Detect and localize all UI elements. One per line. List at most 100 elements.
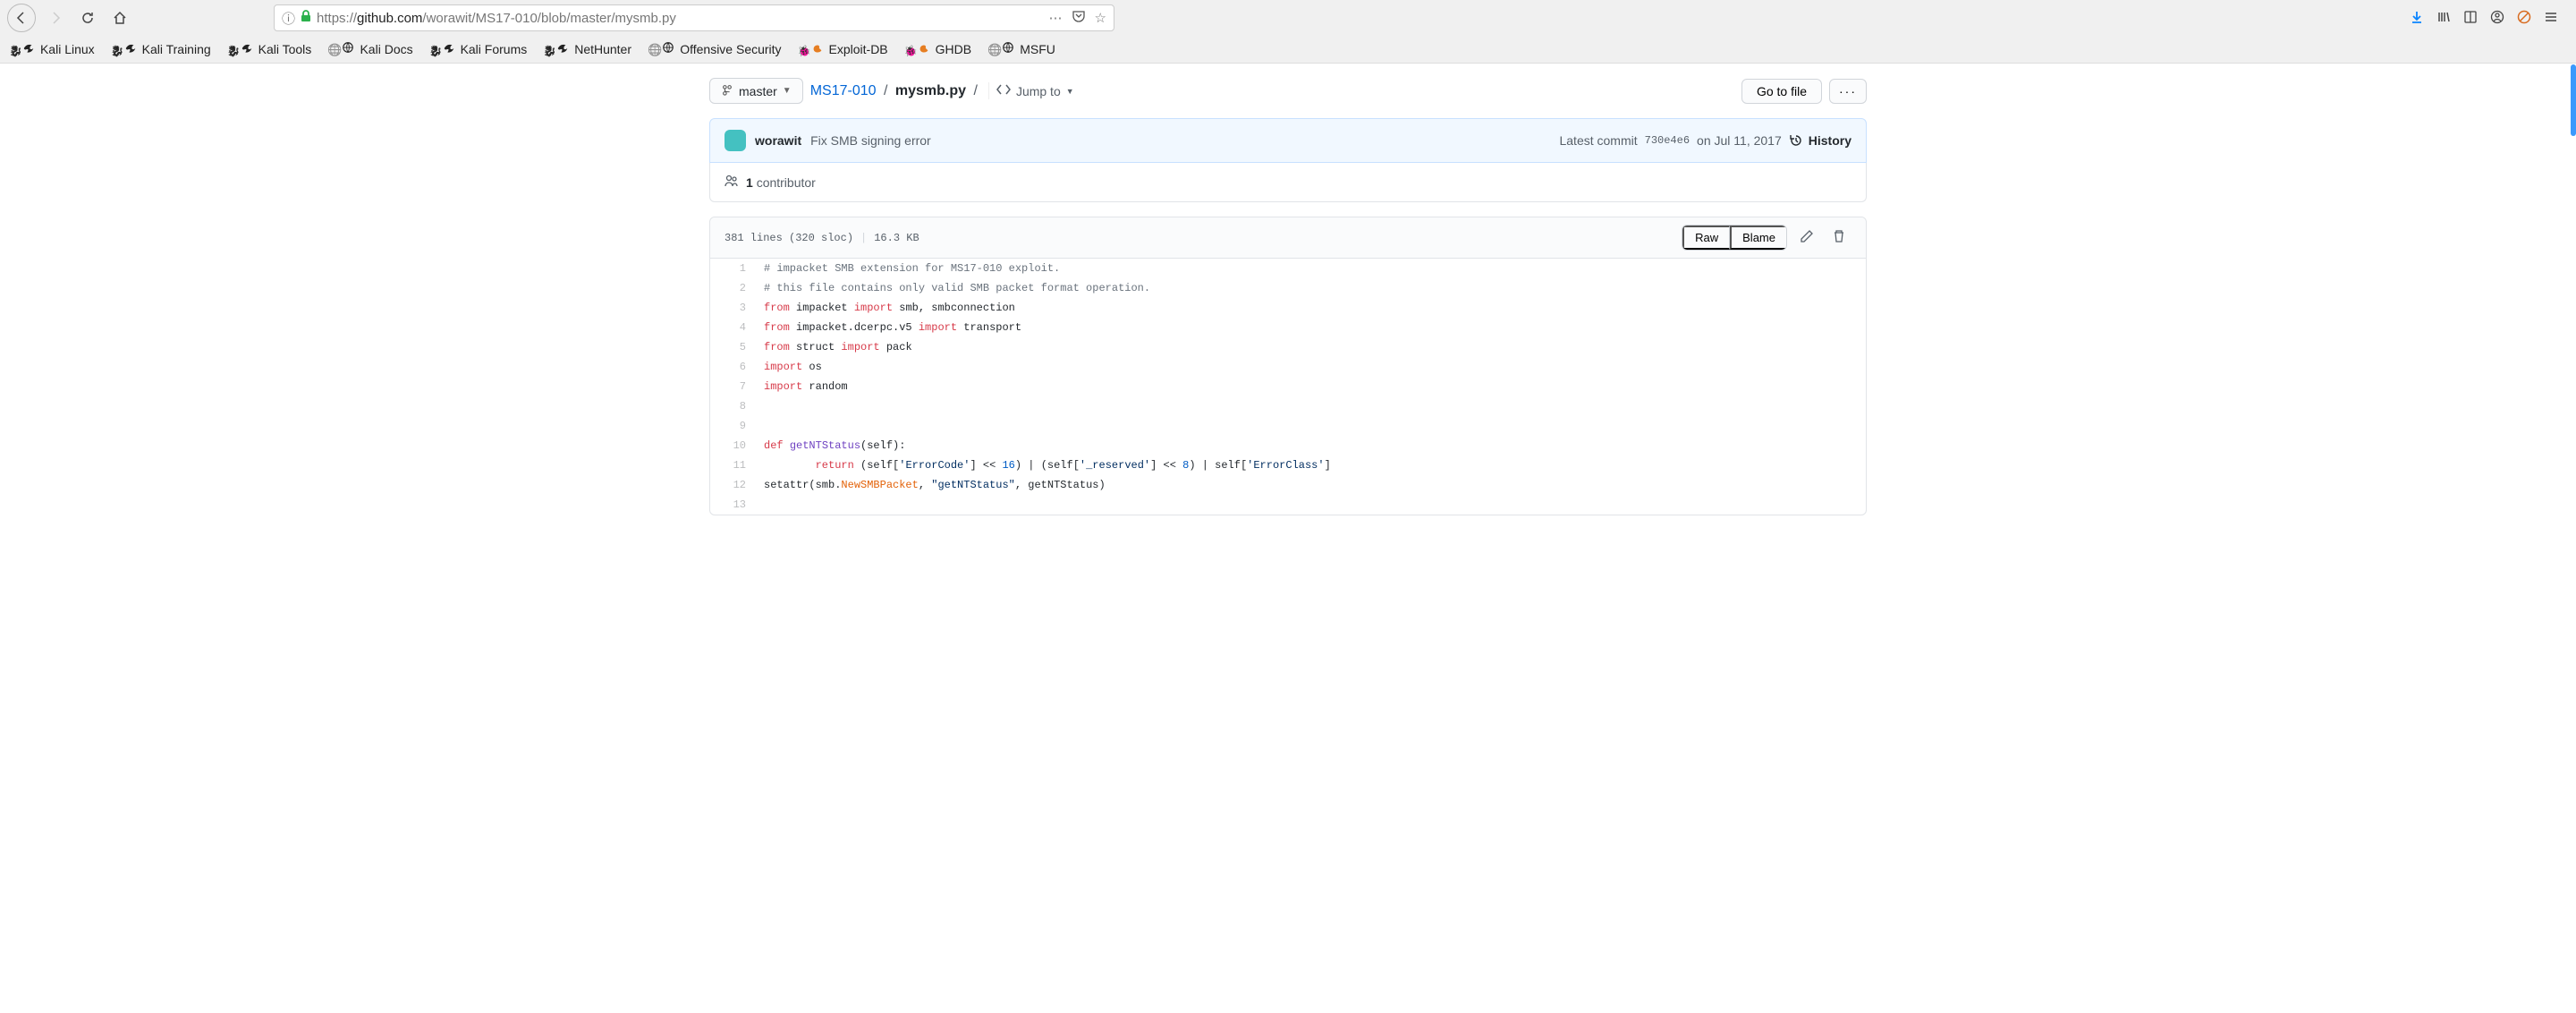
bookmark-item[interactable]: Kali Docs: [327, 41, 412, 57]
line-content[interactable]: setattr(smb.NewSMBPacket, "getNTStatus",…: [755, 475, 1866, 495]
line-number[interactable]: 11: [710, 455, 755, 475]
caret-down-icon: ▼: [783, 86, 792, 96]
avatar[interactable]: [724, 130, 746, 151]
line-content[interactable]: import random: [755, 377, 1866, 396]
code-line: 11 return (self['ErrorCode'] << 16) | (s…: [710, 455, 1866, 475]
line-content[interactable]: [755, 396, 1866, 416]
bookmark-label: MSFU: [1020, 42, 1055, 56]
line-content[interactable]: def getNTStatus(self):: [755, 436, 1866, 455]
back-button[interactable]: [7, 4, 36, 32]
bookmark-label: Kali Linux: [40, 42, 95, 56]
line-content[interactable]: [755, 416, 1866, 436]
line-number[interactable]: 9: [710, 416, 755, 436]
pocket-icon[interactable]: [1072, 10, 1086, 26]
go-to-file-button[interactable]: Go to file: [1741, 79, 1822, 104]
line-number[interactable]: 5: [710, 337, 755, 357]
line-number[interactable]: 4: [710, 318, 755, 337]
blame-button[interactable]: Blame: [1730, 226, 1786, 250]
line-number[interactable]: 1: [710, 259, 755, 278]
github-content: master ▼ MS17-010 / mysmb.py / Jump to ▼…: [695, 64, 1881, 515]
branch-icon: [721, 83, 733, 98]
bookmark-item[interactable]: Kali Linux: [9, 42, 95, 57]
bookmark-star-icon[interactable]: ☆: [1095, 10, 1106, 26]
breadcrumb: MS17-010 / mysmb.py /: [810, 83, 981, 99]
bookmark-item[interactable]: NetHunter: [543, 42, 631, 57]
bookmark-label: Kali Forums: [461, 42, 528, 56]
hamburger-menu-icon[interactable]: [2544, 10, 2558, 27]
commit-author[interactable]: worawit: [755, 133, 801, 148]
lock-icon[interactable]: [301, 10, 311, 26]
globe-icon: [648, 41, 674, 57]
bookmark-label: Offensive Security: [680, 42, 781, 56]
line-content[interactable]: # impacket SMB extension for MS17-010 ex…: [755, 259, 1866, 278]
bookmark-label: Exploit-DB: [829, 42, 888, 56]
edit-icon[interactable]: [1794, 226, 1819, 250]
branch-select-button[interactable]: master ▼: [709, 78, 803, 104]
line-number[interactable]: 3: [710, 298, 755, 318]
bookmark-item[interactable]: GHDB: [904, 42, 971, 57]
forward-button: [43, 5, 68, 30]
dragon-icon: [9, 42, 35, 57]
downloads-icon[interactable]: [2410, 10, 2424, 27]
file-size: 16.3 KB: [874, 232, 919, 244]
commit-sha[interactable]: 730e4e6: [1645, 134, 1690, 147]
code-line: 7import random: [710, 377, 1866, 396]
line-number[interactable]: 2: [710, 278, 755, 298]
bookmark-item[interactable]: Offensive Security: [648, 41, 782, 57]
code-table: 1# impacket SMB extension for MS17-010 e…: [710, 259, 1866, 515]
account-icon[interactable]: [2490, 10, 2504, 27]
scroll-indicator[interactable]: [2571, 64, 2576, 136]
address-bar[interactable]: ⓘ https://github.com/worawit/MS17-010/bl…: [274, 4, 1114, 31]
reload-button[interactable]: [75, 5, 100, 30]
line-content[interactable]: return (self['ErrorCode'] << 16) | (self…: [755, 455, 1866, 475]
line-number[interactable]: 6: [710, 357, 755, 377]
code-line: 1# impacket SMB extension for MS17-010 e…: [710, 259, 1866, 278]
branch-name: master: [739, 84, 777, 98]
history-icon: [1789, 133, 1803, 148]
bookmark-label: Kali Tools: [258, 42, 312, 56]
line-number[interactable]: 10: [710, 436, 755, 455]
bookmark-item[interactable]: Kali Training: [111, 42, 211, 57]
dragon-icon: [429, 42, 455, 57]
line-content[interactable]: [755, 495, 1866, 515]
code-icon: [996, 82, 1011, 99]
file-lines-text: 381 lines (320 sloc): [724, 232, 853, 244]
bookmark-item[interactable]: MSFU: [987, 41, 1055, 57]
file-info-header: 381 lines (320 sloc) | 16.3 KB Raw Blame: [710, 217, 1866, 259]
delete-icon[interactable]: [1826, 226, 1852, 250]
bookmark-item[interactable]: Kali Forums: [429, 42, 528, 57]
sidebar-icon[interactable]: [2463, 10, 2478, 27]
jump-to-dropdown[interactable]: Jump to ▼: [988, 82, 1074, 99]
line-content[interactable]: # this file contains only valid SMB pack…: [755, 278, 1866, 298]
line-content[interactable]: from struct import pack: [755, 337, 1866, 357]
home-button[interactable]: [107, 5, 132, 30]
raw-button[interactable]: Raw: [1682, 226, 1730, 250]
globe-icon: [987, 41, 1014, 57]
file-navigation: master ▼ MS17-010 / mysmb.py / Jump to ▼…: [709, 78, 1867, 104]
file-box: 381 lines (320 sloc) | 16.3 KB Raw Blame…: [709, 217, 1867, 515]
line-number[interactable]: 7: [710, 377, 755, 396]
code-line: 2# this file contains only valid SMB pac…: [710, 278, 1866, 298]
bookmark-label: Kali Training: [142, 42, 211, 56]
history-link[interactable]: History: [1789, 133, 1852, 148]
breadcrumb-repo-link[interactable]: MS17-010: [810, 83, 877, 98]
line-content[interactable]: import os: [755, 357, 1866, 377]
bookmark-item[interactable]: Exploit-DB: [798, 42, 888, 57]
line-number[interactable]: 13: [710, 495, 755, 515]
line-content[interactable]: from impacket import smb, smbconnection: [755, 298, 1866, 318]
library-icon[interactable]: [2436, 10, 2451, 27]
line-number[interactable]: 12: [710, 475, 755, 495]
line-number[interactable]: 8: [710, 396, 755, 416]
url-text: https://github.com/worawit/MS17-010/blob…: [317, 11, 676, 26]
info-icon[interactable]: ⓘ: [282, 9, 295, 28]
noscript-icon[interactable]: [2517, 10, 2531, 27]
bookmark-item[interactable]: Kali Tools: [227, 42, 312, 57]
more-page-actions-icon[interactable]: ⋯: [1049, 10, 1063, 26]
globe-icon: [327, 41, 354, 57]
line-content[interactable]: from impacket.dcerpc.v5 import transport: [755, 318, 1866, 337]
bookmarks-bar: Kali Linux Kali Training Kali Tools Kali Do…: [0, 36, 2576, 63]
contributor-count: 1: [746, 175, 753, 190]
dragon-icon: [111, 42, 137, 57]
commit-message[interactable]: Fix SMB signing error: [810, 133, 931, 148]
more-actions-button[interactable]: ···: [1829, 79, 1867, 104]
